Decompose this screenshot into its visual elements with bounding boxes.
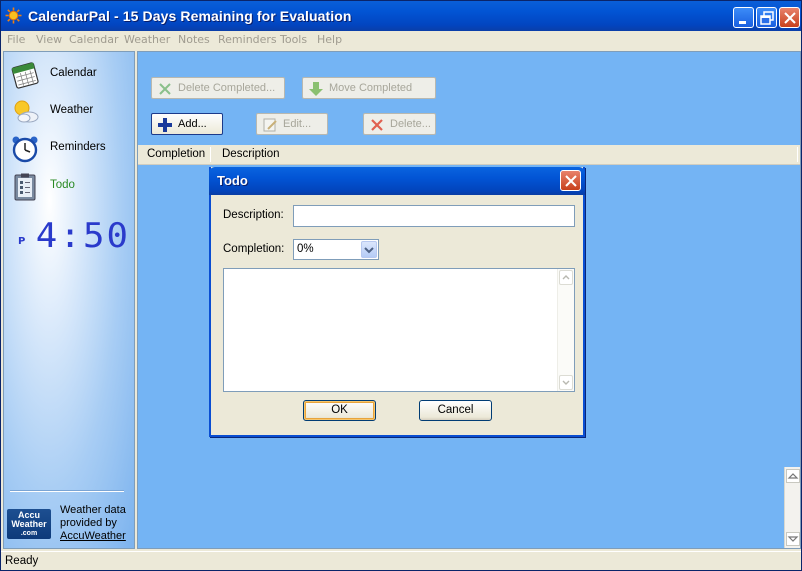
scroll-down-button[interactable] (559, 375, 573, 390)
down-arrow-icon (309, 82, 323, 96)
sidebar-divider (10, 490, 124, 492)
menu-bar: File View Calendar Weather Notes Reminde… (1, 31, 801, 49)
restore-icon (760, 11, 774, 25)
status-text: Ready (5, 555, 39, 567)
dropdown-button[interactable] (361, 241, 377, 258)
minimize-button[interactable] (733, 7, 754, 28)
accuweather-logo: Accu Weather .com (7, 509, 51, 539)
scroll-up-icon (562, 275, 570, 280)
completion-label: Completion: (223, 243, 285, 255)
todo-clipboard-icon (14, 173, 36, 201)
description-label: Description: (223, 209, 284, 221)
button-label: Add... (178, 118, 207, 130)
menu-reminders[interactable]: Reminders (218, 33, 277, 46)
sidebar-item-todo[interactable]: Todo (8, 170, 134, 204)
weather-credit: Weather data provided by AccuWeather (60, 504, 134, 543)
sidebar-item-calendar[interactable]: Calendar (8, 58, 134, 92)
chevron-down-icon (364, 247, 374, 254)
sidebar-item-weather[interactable]: Weather (8, 95, 134, 129)
dialog-title-bar[interactable]: Todo (209, 167, 585, 195)
digital-clock: 4:50 (35, 216, 131, 256)
close-icon (784, 12, 796, 24)
todo-dialog: Todo Description: Completion: 0% OK Canc… (209, 167, 585, 437)
close-icon (565, 175, 577, 187)
dialog-title: Todo (217, 173, 248, 188)
scroll-down-button[interactable] (786, 532, 800, 546)
menu-help[interactable]: Help (317, 33, 342, 46)
menu-calendar[interactable]: Calendar (69, 33, 118, 46)
logo-text: Weather (11, 519, 47, 529)
accuweather-link[interactable]: AccuWeather (60, 530, 134, 543)
button-label: Move Completed (329, 82, 413, 94)
menu-view[interactable]: View (36, 33, 62, 46)
notes-scrollbar[interactable] (557, 269, 574, 391)
calendar-icon (11, 62, 39, 89)
clock-ampm: P (18, 236, 26, 247)
column-header-completion[interactable]: Completion (147, 148, 205, 160)
button-label: Delete Completed... (178, 82, 276, 94)
minimize-icon (739, 21, 746, 24)
button-label: Delete... (390, 118, 431, 130)
list-header: Completion Description (138, 145, 800, 165)
scroll-down-icon (562, 380, 570, 385)
column-header-description[interactable]: Description (222, 148, 280, 160)
description-field[interactable] (293, 205, 575, 227)
cancel-button[interactable]: Cancel (419, 400, 492, 421)
sidebar-item-label: Todo (50, 179, 75, 191)
delete-check-icon (159, 83, 171, 95)
notes-textarea[interactable] (223, 268, 575, 392)
sidebar: Calendar Weather Reminders Todo P 4:50 A… (3, 51, 135, 549)
alarm-clock-icon (12, 136, 38, 163)
scroll-down-icon (787, 536, 799, 542)
menu-weather[interactable]: Weather (124, 33, 170, 46)
credit-line: provided by (60, 517, 117, 529)
list-scrollbar[interactable] (784, 467, 800, 548)
scroll-up-icon (787, 473, 799, 479)
sidebar-item-label: Calendar (50, 67, 97, 79)
column-divider[interactable] (797, 147, 798, 162)
dialog-close-button[interactable] (560, 170, 581, 191)
button-label: Edit... (283, 118, 312, 130)
edit-button[interactable]: Edit... (256, 113, 328, 135)
credit-line: Weather data (60, 504, 126, 516)
add-button[interactable]: Add... (151, 113, 223, 135)
completion-select[interactable]: 0% (293, 239, 379, 260)
sidebar-item-reminders[interactable]: Reminders (8, 132, 134, 166)
delete-x-icon (371, 119, 383, 131)
close-button[interactable] (779, 7, 800, 28)
logo-text: .com (20, 530, 38, 537)
window-title: CalendarPal - 15 Days Remaining for Eval… (28, 8, 352, 24)
application-window: CalendarPal - 15 Days Remaining for Eval… (0, 0, 802, 571)
scroll-up-button[interactable] (786, 469, 800, 483)
edit-icon (263, 118, 277, 132)
completion-value: 0% (297, 243, 314, 255)
ok-button[interactable]: OK (303, 400, 376, 421)
sidebar-item-label: Weather (50, 104, 94, 116)
menu-tools[interactable]: Tools (280, 33, 307, 46)
weather-icon (14, 100, 39, 123)
status-bar: Ready (1, 551, 801, 570)
column-divider[interactable] (210, 147, 211, 162)
move-completed-button[interactable]: Move Completed (302, 77, 436, 99)
sidebar-item-label: Reminders (50, 141, 106, 153)
menu-file[interactable]: File (7, 33, 25, 46)
delete-completed-button[interactable]: Delete Completed... (151, 77, 285, 99)
menu-notes[interactable]: Notes (178, 33, 210, 46)
restore-button[interactable] (756, 7, 777, 28)
title-bar[interactable]: CalendarPal - 15 Days Remaining for Eval… (1, 1, 801, 31)
sun-icon (5, 7, 22, 24)
scroll-up-button[interactable] (559, 270, 573, 285)
delete-button[interactable]: Delete... (363, 113, 436, 135)
plus-icon (158, 118, 172, 132)
